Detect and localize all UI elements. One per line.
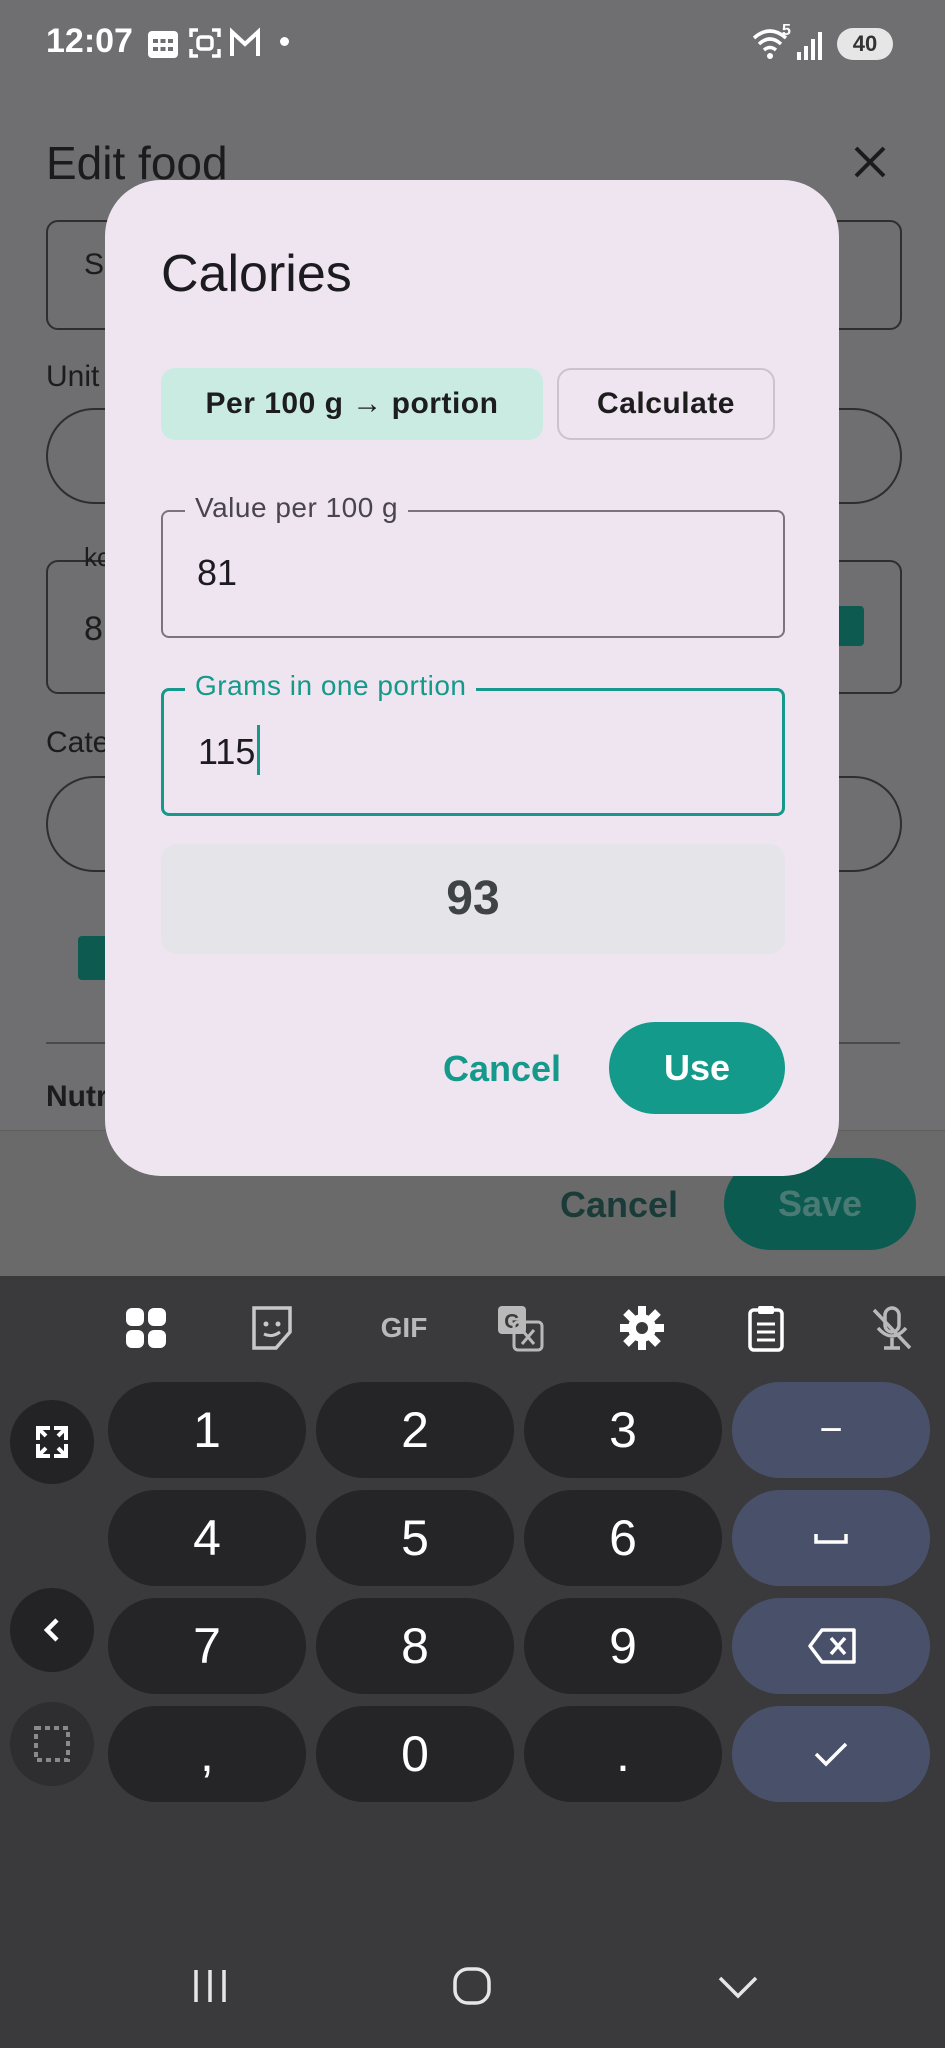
dialog-title: Calories: [161, 245, 352, 303]
kcal-value: 8: [84, 610, 103, 648]
gif-button[interactable]: GIF: [364, 1298, 444, 1358]
status-bar: 12:07 5 40: [0, 0, 945, 88]
select-key[interactable]: [10, 1702, 94, 1786]
key-7[interactable]: 7: [108, 1598, 306, 1694]
category-label: Cate: [46, 726, 110, 759]
gmail-icon: [230, 27, 260, 56]
key-6[interactable]: 6: [524, 1490, 722, 1586]
key-5[interactable]: 5: [316, 1490, 514, 1586]
grams-portion-label: Grams in one portion: [185, 670, 477, 702]
apps-icon[interactable]: [116, 1298, 176, 1358]
gear-icon[interactable]: [612, 1298, 672, 1358]
back-icon[interactable]: [714, 1962, 762, 2010]
key-done[interactable]: [732, 1706, 930, 1802]
space-icon: [814, 1534, 848, 1544]
mic-off-icon[interactable]: [862, 1298, 922, 1358]
calendar-icon: [148, 31, 178, 58]
text-cursor: [257, 725, 261, 776]
use-button-label: Use: [663, 1047, 731, 1088]
tab-per-100g[interactable]: Per 100 g → portion: [161, 368, 543, 440]
grams-portion-input[interactable]: Grams in one portion 115: [161, 670, 785, 816]
page-cancel-button[interactable]: Cancel: [560, 1184, 678, 1226]
unit-label: Unit: [46, 360, 100, 393]
key-8[interactable]: 8: [316, 1598, 514, 1694]
chevron-left-icon: [43, 1618, 59, 1642]
checkmark-icon: [814, 1742, 848, 1767]
tab-calculate[interactable]: Calculate: [557, 368, 775, 440]
notification-dot: [280, 37, 289, 46]
wifi-badge: 5: [782, 22, 791, 39]
back-key[interactable]: [10, 1588, 94, 1672]
use-button[interactable]: Use: [609, 1022, 785, 1114]
translate-icon[interactable]: G: [490, 1298, 550, 1358]
sticker-icon[interactable]: [242, 1298, 302, 1358]
key-space[interactable]: [732, 1490, 930, 1586]
close-icon[interactable]: [848, 140, 892, 184]
nutrition-label: Nutr: [46, 1080, 108, 1113]
key-2[interactable]: 2: [316, 1382, 514, 1478]
selection-icon: [34, 1726, 70, 1762]
calculator-icon[interactable]: [836, 606, 864, 646]
key-3[interactable]: 3: [524, 1382, 722, 1478]
key-1[interactable]: 1: [108, 1382, 306, 1478]
key-backspace[interactable]: [732, 1598, 930, 1694]
expand-keyboard-button[interactable]: [10, 1400, 94, 1484]
result-value: 93: [446, 872, 500, 925]
value-per-100g-value: 81: [197, 552, 238, 593]
grams-portion-value: 115: [198, 731, 256, 772]
keyboard: GIF G 1 2 3 − 4 5 6 7 8 9 , 0 .: [0, 1276, 945, 2048]
key-4[interactable]: 4: [108, 1490, 306, 1586]
key-minus[interactable]: −: [732, 1382, 930, 1478]
home-icon[interactable]: [448, 1962, 496, 2010]
signal-icon: [797, 32, 822, 60]
value-per-100g-label: Value per 100 g: [185, 492, 409, 524]
status-time: 12:07: [46, 22, 133, 60]
key-period[interactable]: .: [524, 1706, 722, 1802]
key-9[interactable]: 9: [524, 1598, 722, 1694]
clipboard-icon[interactable]: [736, 1298, 796, 1358]
expand-icon: [36, 1426, 68, 1458]
value-per-100g-input[interactable]: Value per 100 g 81: [161, 492, 785, 638]
name-field-value: S: [84, 248, 105, 281]
result-display: 93: [161, 844, 785, 954]
dialog-cancel-button[interactable]: Cancel: [443, 1048, 561, 1090]
backspace-icon: [808, 1628, 856, 1664]
key-0[interactable]: 0: [316, 1706, 514, 1802]
recents-icon[interactable]: [186, 1962, 234, 2010]
key-comma[interactable]: ,: [108, 1706, 306, 1802]
screenshot-icon: [189, 28, 221, 58]
calories-dialog: Calories Per 100 g → portion Calculate V…: [105, 180, 839, 1176]
battery-indicator: 40: [837, 28, 893, 60]
